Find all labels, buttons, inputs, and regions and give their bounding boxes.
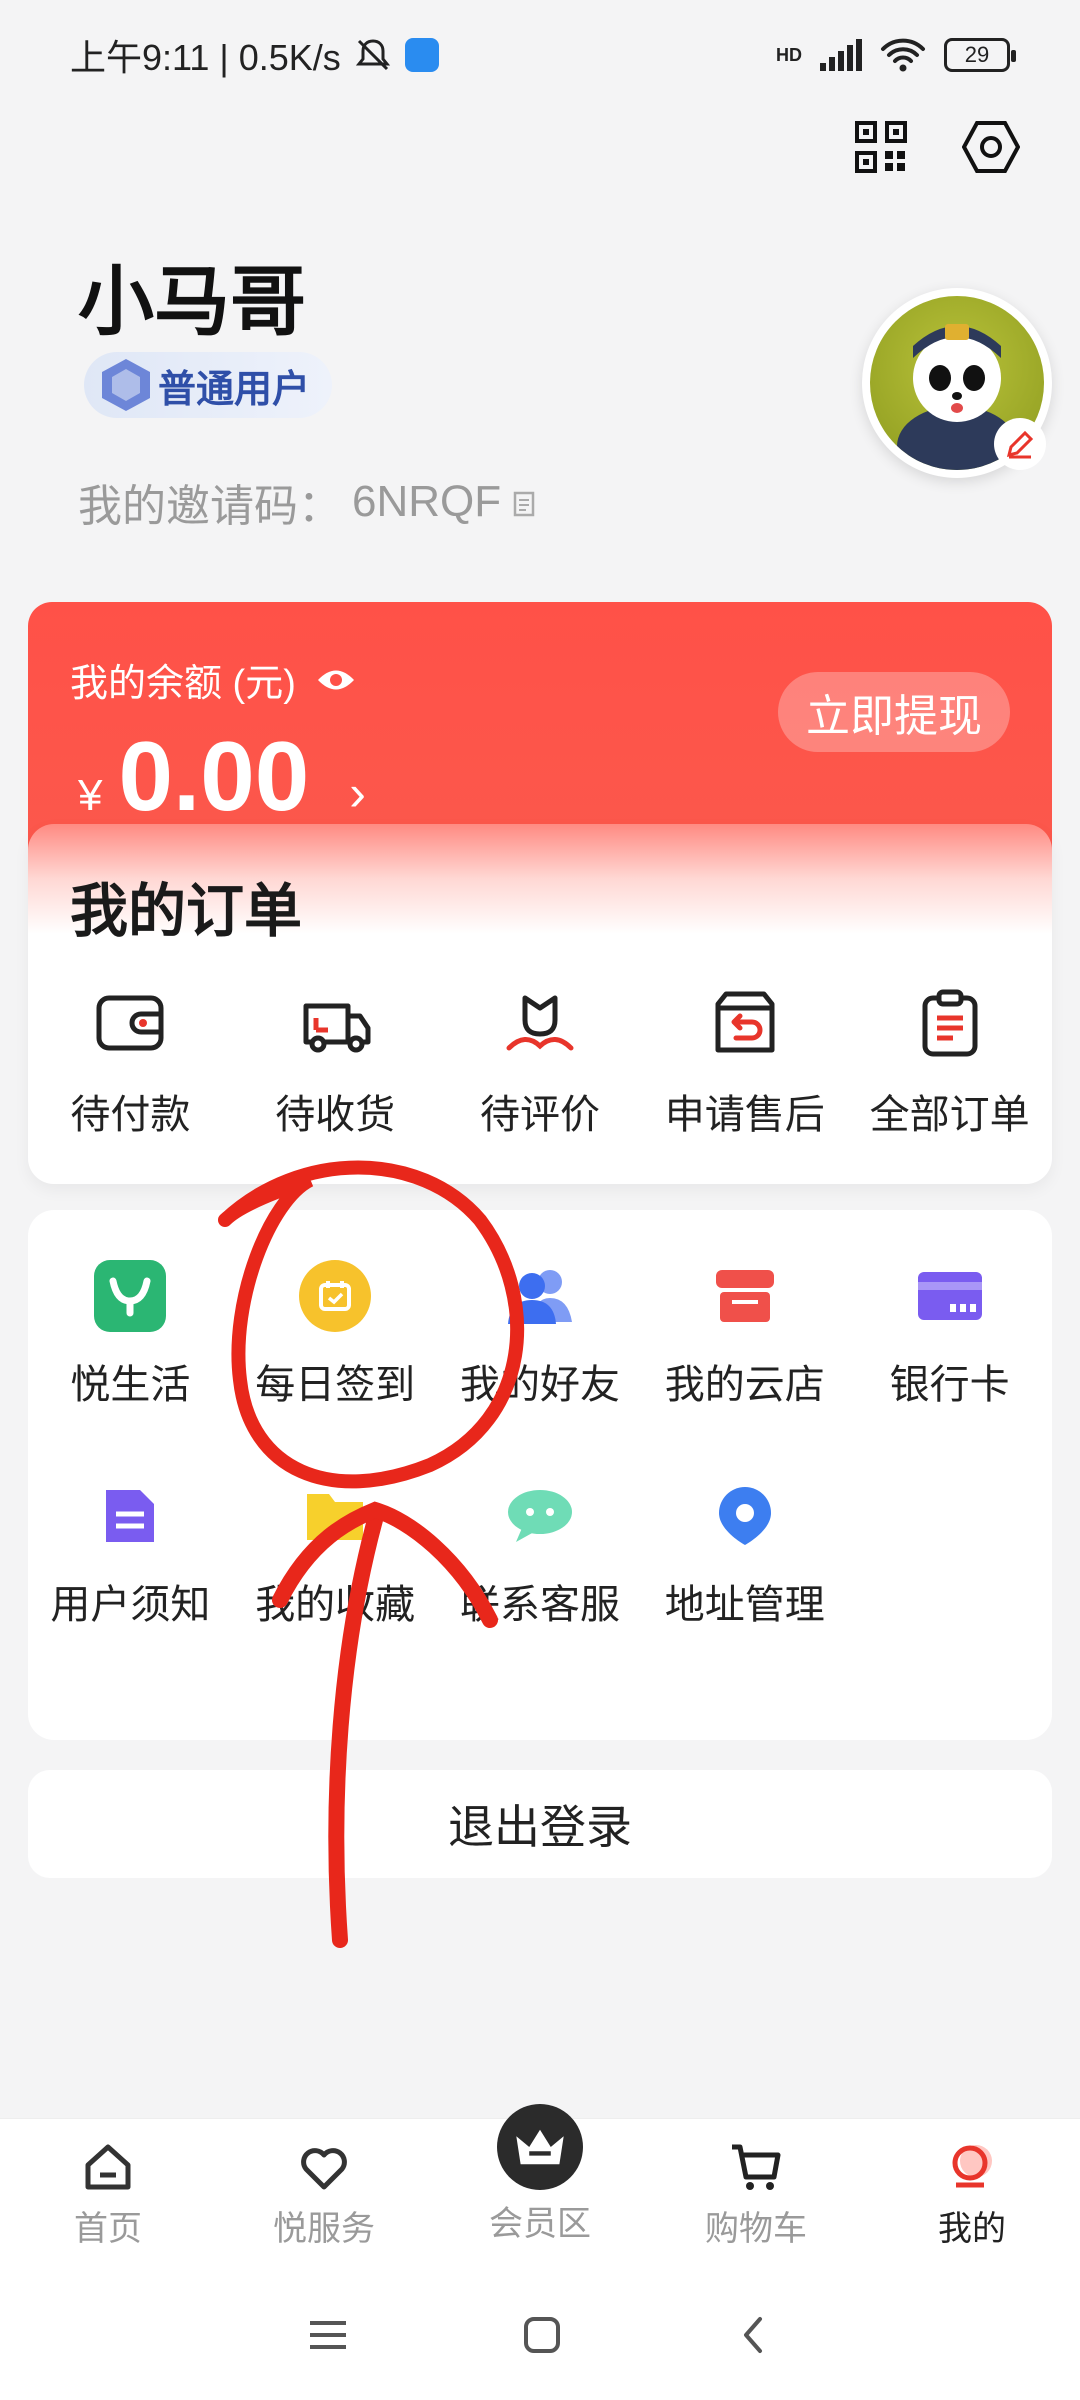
location-pin-icon	[709, 1480, 781, 1552]
service-friends[interactable]: 我的好友	[438, 1260, 643, 1410]
cart-icon	[732, 2144, 781, 2190]
service-bank-card[interactable]: 银行卡	[847, 1260, 1052, 1410]
wallet-icon	[96, 995, 164, 1051]
copy-icon[interactable]	[511, 487, 541, 517]
yue-life-icon	[94, 1260, 167, 1332]
nav-profile[interactable]: 我的	[864, 2119, 1080, 2270]
friends-icon	[504, 1260, 576, 1332]
order-label: 申请售后	[664, 1093, 825, 1137]
crown-icon	[497, 2104, 583, 2190]
store-icon	[709, 1260, 781, 1332]
service-yue-life[interactable]: 悦生活	[28, 1260, 233, 1410]
home-square-icon[interactable]	[522, 2315, 562, 2355]
battery-icon: 29	[944, 38, 1016, 72]
calendar-check-icon	[299, 1260, 372, 1332]
bottom-nav: 首页 悦服务 会员区 购物车 我的	[0, 2104, 1080, 2270]
order-all[interactable]: 全部订单	[847, 984, 1052, 1140]
eye-icon[interactable]	[316, 665, 356, 695]
qr-code-icon[interactable]	[852, 118, 910, 176]
invite-code-row: 我的邀请码： 6NRQF	[78, 470, 541, 534]
battery-level: 29	[964, 42, 990, 67]
orders-card: 我的订单 待付款 待收货 待评价 申请售后 全部订单	[28, 824, 1052, 1184]
service-customer-support[interactable]: 联系客服	[438, 1480, 643, 1630]
level-hex-icon	[102, 359, 150, 411]
chevron-right-icon: ›	[349, 765, 366, 821]
services-card: 悦生活 每日签到 我的好友 我的云店 银行卡 用户须知 我的收藏 联系客服 地址…	[28, 1210, 1052, 1740]
order-pending-review[interactable]: 待评价	[438, 984, 643, 1140]
folder-icon	[299, 1480, 371, 1552]
flower-icon	[506, 995, 574, 1051]
signal-icon	[820, 39, 862, 71]
nav-label: 会员区	[489, 2205, 591, 2243]
mute-icon	[355, 39, 390, 71]
user-name: 小马哥	[78, 260, 306, 345]
order-pending-delivery[interactable]: 待收货	[233, 984, 438, 1140]
service-label: 银行卡	[889, 1363, 1010, 1407]
service-label: 我的收藏	[255, 1583, 416, 1627]
menu-icon[interactable]	[306, 2315, 350, 2355]
app-notification-icon	[404, 38, 439, 72]
service-label: 每日签到	[255, 1363, 416, 1407]
service-label: 用户须知	[50, 1583, 211, 1627]
balance-label: 我的余额 (元)	[70, 663, 296, 705]
balance-amount-row[interactable]: ¥ 0.00 ›	[78, 720, 366, 833]
invite-code: 6NRQF	[352, 477, 502, 526]
nav-cart[interactable]: 购物车	[648, 2119, 864, 2270]
home-icon	[85, 2144, 131, 2190]
nav-label: 首页	[74, 2210, 142, 2248]
orders-title: 我的订单	[70, 879, 303, 944]
hd-indicator: HD	[776, 44, 802, 65]
order-label: 待评价	[479, 1093, 600, 1137]
document-icon	[94, 1480, 166, 1552]
wifi-icon	[881, 38, 925, 72]
service-label: 地址管理	[664, 1583, 825, 1627]
bank-card-icon	[914, 1260, 986, 1332]
logout-button[interactable]: 退出登录	[28, 1770, 1052, 1878]
edit-avatar-icon[interactable]	[994, 418, 1046, 470]
service-cloud-store[interactable]: 我的云店	[642, 1260, 847, 1410]
level-label: 普通用户	[158, 368, 311, 411]
service-daily-checkin[interactable]: 每日签到	[233, 1260, 438, 1410]
nav-services[interactable]: 悦服务	[216, 2119, 432, 2270]
level-badge: 普通用户	[84, 352, 333, 418]
heart-icon	[301, 2148, 347, 2190]
order-label: 待收货	[275, 1093, 396, 1137]
order-label: 全部订单	[869, 1093, 1030, 1137]
balance-amount: 0.00	[118, 721, 310, 831]
clipboard-icon	[922, 989, 978, 1057]
chat-icon	[504, 1480, 576, 1552]
return-box-icon	[715, 991, 775, 1053]
back-icon[interactable]	[734, 2315, 774, 2355]
order-after-sales[interactable]: 申请售后	[642, 984, 847, 1140]
settings-icon[interactable]	[962, 118, 1020, 176]
service-user-notice[interactable]: 用户须知	[28, 1480, 233, 1630]
withdraw-button[interactable]: 立即提现	[778, 672, 1010, 752]
order-label: 待付款	[70, 1093, 191, 1137]
service-address-management[interactable]: 地址管理	[642, 1480, 847, 1630]
service-label: 悦生活	[70, 1363, 191, 1407]
service-label: 我的云店	[664, 1363, 825, 1407]
service-favorites[interactable]: 我的收藏	[233, 1480, 438, 1630]
service-label: 联系客服	[459, 1583, 620, 1627]
truck-icon	[303, 1003, 371, 1053]
avatar[interactable]	[862, 288, 1052, 478]
currency-symbol: ¥	[78, 771, 103, 820]
status-time: 上午9:11 | 0.5K/s	[70, 37, 341, 78]
order-pending-payment[interactable]: 待付款	[28, 984, 233, 1140]
status-bar: 上午9:11 | 0.5K/s HD 29	[0, 0, 1080, 110]
profile-icon	[952, 2145, 992, 2188]
nav-member-zone[interactable]: 会员区	[432, 2104, 648, 2270]
nav-label: 我的	[938, 2210, 1006, 2248]
invite-label: 我的邀请码：	[78, 482, 342, 531]
nav-home[interactable]: 首页	[0, 2119, 216, 2270]
nav-label: 悦服务	[273, 2210, 375, 2248]
system-nav-bar	[0, 2270, 1080, 2400]
nav-label: 购物车	[705, 2210, 807, 2248]
service-label: 我的好友	[459, 1363, 620, 1407]
